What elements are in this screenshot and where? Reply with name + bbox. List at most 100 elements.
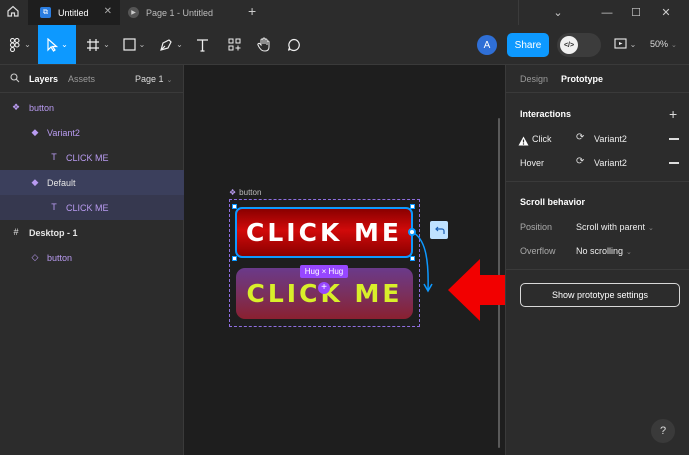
layer-name: Variant2	[47, 128, 80, 138]
pen-tool-button[interactable]: ⌄	[155, 25, 187, 64]
frame-tool-button[interactable]: ⌄	[80, 25, 116, 64]
close-tab-icon[interactable]: ✕	[104, 6, 112, 17]
share-button[interactable]: Share	[507, 33, 549, 57]
layer-name: button	[29, 103, 55, 113]
layer-item[interactable]: ◆ Default	[0, 170, 184, 195]
layer-item[interactable]: T CLICK ME	[0, 195, 184, 220]
back-action-icon[interactable]	[430, 221, 448, 239]
text-layer-icon: T	[51, 202, 57, 212]
button-default-variant[interactable]: CLICK ME	[235, 207, 413, 258]
zoom-level[interactable]: 50% ⌄	[650, 39, 677, 49]
figma-file-icon: ⧉	[40, 7, 51, 18]
variant-icon: ◆	[31, 126, 39, 137]
properties-panel: Design Prototype Interactions + Click ⟳ …	[505, 65, 689, 455]
position-select[interactable]: Scroll with parent ⌄	[576, 222, 654, 232]
remove-interaction-icon[interactable]	[669, 162, 679, 164]
chevron-down-icon: ⌄	[166, 77, 173, 84]
interactions-title: Interactions	[520, 109, 572, 119]
move-tool-button[interactable]: ⌄	[38, 25, 76, 64]
annotation-arrow-icon	[448, 259, 506, 321]
zoom-value: 50%	[650, 39, 669, 49]
interaction-target: Variant2	[594, 134, 627, 144]
chevron-down-icon: ⌄	[626, 249, 632, 256]
layer-item[interactable]: ◇ button	[0, 245, 184, 270]
layer-item[interactable]: T CLICK ME	[0, 145, 184, 170]
add-variant-icon[interactable]: +	[318, 282, 330, 294]
resize-handle[interactable]	[410, 204, 415, 209]
main-menu-button[interactable]: ⌄	[4, 25, 36, 64]
add-interaction-button[interactable]: +	[669, 106, 677, 122]
component-label[interactable]: ❖ button	[229, 188, 261, 197]
layer-name: Default	[47, 178, 76, 188]
interaction-target: Variant2	[594, 158, 627, 168]
remove-interaction-icon[interactable]	[669, 138, 679, 140]
page-name: Page 1	[135, 74, 164, 84]
toolbar: ⌄ ⌄ ⌄ ⌄ ⌄ A Share </> ⌄ 50% ⌄	[0, 25, 689, 65]
overflow-select[interactable]: No scrolling ⌄	[576, 246, 632, 256]
layer-name: CLICK ME	[66, 153, 109, 163]
component-name: button	[239, 188, 262, 197]
maximize-icon[interactable]: ☐	[624, 0, 648, 25]
home-button[interactable]	[0, 0, 26, 25]
resources-button[interactable]	[224, 25, 244, 64]
size-badge: Hug × Hug	[300, 265, 348, 278]
resources-icon	[228, 38, 241, 51]
change-to-icon: ⟳	[576, 132, 585, 143]
scroll-behavior-title: Scroll behavior	[520, 197, 586, 207]
page-selector[interactable]: Page 1 ⌄	[135, 74, 172, 84]
show-prototype-settings-button[interactable]: Show prototype settings	[520, 283, 680, 307]
overflow-value: No scrolling	[576, 246, 624, 256]
shape-tool-button[interactable]: ⌄	[118, 25, 150, 64]
connection-node[interactable]	[408, 228, 416, 236]
close-icon[interactable]: ✕	[654, 0, 678, 25]
avatar[interactable]: A	[477, 35, 497, 55]
layer-item[interactable]: ❖ button	[0, 95, 184, 120]
tab-label: Page 1 - Untitled	[146, 7, 214, 18]
text-tool-button[interactable]	[192, 25, 212, 64]
minimize-icon[interactable]: —	[595, 0, 619, 25]
rectangle-tool-icon	[123, 38, 136, 51]
layer-item[interactable]: # Desktop - 1	[0, 220, 184, 245]
resize-handle[interactable]	[232, 204, 237, 209]
interaction-trigger: Hover	[520, 158, 545, 168]
present-button[interactable]: ⌄	[612, 25, 638, 64]
chevron-down-icon: ⌄	[648, 225, 654, 232]
component-set-icon: ❖	[229, 188, 237, 197]
resize-handle[interactable]	[232, 256, 237, 261]
tab-assets[interactable]: Assets	[68, 74, 95, 84]
layer-name: CLICK ME	[66, 203, 109, 213]
dev-mode-toggle[interactable]: </>	[557, 33, 601, 57]
layer-name: button	[47, 253, 73, 263]
change-to-icon: ⟳	[576, 156, 585, 167]
figma-app: ⧉ Untitled ✕ ▶ Page 1 - Untitled + ⌄ — ☐…	[0, 0, 689, 455]
layer-item[interactable]: ◆ Variant2	[0, 120, 184, 145]
chevron-down-icon: ⌄	[61, 40, 68, 49]
chevron-down-icon[interactable]: ⌄	[546, 0, 570, 25]
figma-logo-icon	[9, 37, 21, 52]
chevron-down-icon: ⌄	[629, 40, 637, 49]
tab-untitled[interactable]: ⧉ Untitled ✕	[28, 0, 120, 25]
chevron-down-icon: ⌄	[24, 40, 31, 49]
tab-layers[interactable]: Layers	[29, 74, 58, 84]
play-icon: ▶	[128, 7, 139, 18]
comment-icon	[287, 38, 301, 52]
warning-icon	[518, 133, 529, 151]
properties-tabs: Design Prototype	[506, 65, 689, 93]
overflow-label: Overflow	[520, 246, 556, 256]
divider	[518, 0, 519, 25]
search-icon[interactable]	[10, 73, 20, 85]
new-tab-button[interactable]: +	[248, 3, 256, 19]
divider	[506, 181, 689, 182]
variant-icon: ◆	[31, 176, 39, 187]
title-bar: ⧉ Untitled ✕ ▶ Page 1 - Untitled + ⌄ — ☐…	[0, 0, 689, 25]
comment-tool-button[interactable]	[284, 25, 304, 64]
position-value: Scroll with parent	[576, 222, 646, 232]
text-layer-icon: T	[51, 152, 57, 162]
tab-prototype-view[interactable]: ▶ Page 1 - Untitled	[120, 0, 242, 25]
help-button[interactable]: ?	[651, 419, 675, 443]
tab-design[interactable]: Design	[520, 74, 548, 84]
hand-tool-button[interactable]	[254, 25, 274, 64]
interaction-trigger: Click	[532, 134, 552, 144]
frame-tool-icon	[86, 38, 100, 52]
tab-prototype[interactable]: Prototype	[561, 74, 603, 84]
